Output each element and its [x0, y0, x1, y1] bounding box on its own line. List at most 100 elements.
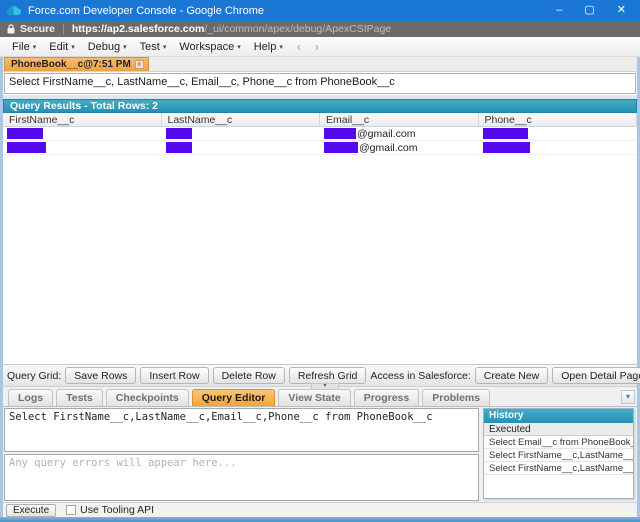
- tab-progress[interactable]: Progress: [354, 389, 420, 406]
- window-title: Force.com Developer Console - Google Chr…: [28, 5, 264, 17]
- chevron-down-icon: ▾: [123, 43, 127, 51]
- create-new-button[interactable]: Create New: [475, 367, 548, 384]
- browser-window: Force.com Developer Console - Google Chr…: [0, 0, 640, 522]
- redacted-value: [483, 128, 528, 139]
- window-controls: – ▢ ✕: [556, 5, 634, 16]
- redacted-value: [324, 142, 358, 153]
- cell-lastname: [162, 142, 321, 153]
- cell-firstname: [3, 128, 162, 139]
- close-button[interactable]: ✕: [617, 5, 626, 16]
- table-row[interactable]: @gmail.com: [3, 141, 637, 155]
- menu-file[interactable]: File▾: [6, 39, 43, 55]
- column-header-email[interactable]: Email__c: [320, 113, 479, 126]
- history-item[interactable]: Select FirstName__c,LastName__c,Email__c…: [484, 449, 633, 462]
- tab-checkpoints[interactable]: Checkpoints: [106, 389, 189, 406]
- refresh-grid-button[interactable]: Refresh Grid: [289, 367, 367, 384]
- query-editor-input[interactable]: Select FirstName__c,LastName__c,Email__c…: [4, 408, 479, 452]
- results-column-headers: FirstName__c LastName__c Email__c Phone_…: [3, 113, 637, 127]
- menu-debug-label: Debug: [88, 41, 120, 53]
- maximize-button[interactable]: ▢: [584, 5, 594, 16]
- chevron-down-icon: ▾: [71, 43, 75, 51]
- redacted-value: [166, 142, 192, 153]
- cell-email: @gmail.com: [320, 128, 479, 140]
- nav-forward-icon[interactable]: ›: [308, 40, 326, 54]
- email-suffix: @gmail.com: [357, 128, 416, 140]
- cell-email: @gmail.com: [320, 142, 479, 154]
- cell-lastname: [162, 128, 321, 139]
- menu-edit-label: Edit: [49, 41, 68, 53]
- executed-query-text: Select FirstName__c, LastName__c, Email_…: [4, 73, 636, 94]
- query-editor-pane: Select FirstName__c,LastName__c,Email__c…: [3, 407, 481, 502]
- forcecom-cloud-icon: [6, 5, 22, 16]
- query-errors-area: Any query errors will appear here...: [4, 454, 479, 501]
- secure-label: Secure: [20, 23, 55, 35]
- history-title: History: [484, 409, 633, 423]
- url-domain: https://ap2.salesforce.com: [72, 23, 204, 35]
- column-header-firstname[interactable]: FirstName__c: [3, 113, 162, 126]
- redacted-value: [7, 142, 46, 153]
- tab-problems[interactable]: Problems: [422, 389, 490, 406]
- workspace-tabstrip: PhoneBook__c@7:51 PM x: [3, 57, 637, 72]
- url-bar[interactable]: Secure | https://ap2.salesforce.com/_ui/…: [0, 21, 640, 37]
- url-separator: |: [62, 23, 65, 35]
- access-in-salesforce-label: Access in Salesforce:: [370, 370, 470, 382]
- menu-test-label: Test: [140, 41, 160, 53]
- save-rows-button[interactable]: Save Rows: [65, 367, 136, 384]
- column-header-lastname[interactable]: LastName__c: [162, 113, 321, 126]
- cell-firstname: [3, 142, 162, 153]
- tab-phonebook-label: PhoneBook__c@7:51 PM: [11, 59, 131, 70]
- access-in-salesforce-group: Access in Salesforce: Create New Open De…: [370, 367, 640, 384]
- nav-back-icon[interactable]: ‹: [290, 40, 308, 54]
- column-header-phone[interactable]: Phone__c: [479, 113, 638, 126]
- menu-test[interactable]: Test▾: [134, 39, 174, 55]
- email-suffix: @gmail.com: [359, 142, 418, 154]
- use-tooling-api-checkbox[interactable]: [66, 505, 76, 515]
- query-editor-panel: Select FirstName__c,LastName__c,Email__c…: [3, 407, 637, 502]
- panel-collapse-icon[interactable]: ▾: [621, 390, 635, 404]
- redacted-value: [324, 128, 356, 139]
- window-bottom-border: [0, 517, 640, 522]
- history-pane: History Executed Select Email__c from Ph…: [481, 407, 637, 502]
- minimize-button[interactable]: –: [556, 5, 562, 16]
- chevron-down-icon: ▾: [237, 43, 241, 51]
- delete-row-button[interactable]: Delete Row: [213, 367, 285, 384]
- chevron-down-icon: ▾: [163, 43, 167, 51]
- redacted-value: [483, 142, 530, 153]
- tab-close-icon[interactable]: x: [135, 60, 144, 69]
- chevron-down-icon: ▾: [279, 43, 283, 51]
- menu-workspace[interactable]: Workspace▾: [173, 39, 247, 55]
- menu-help-label: Help: [254, 41, 277, 53]
- tab-view-state[interactable]: View State: [278, 389, 350, 406]
- history-item[interactable]: Select FirstName__c,LastName__c,Email__c…: [484, 462, 633, 475]
- cell-phone: [479, 128, 638, 139]
- url-path: /_ui/common/apex/debug/ApexCSIPage: [204, 23, 391, 35]
- tab-phonebook[interactable]: PhoneBook__c@7:51 PM x: [4, 57, 149, 71]
- query-grid-label: Query Grid:: [7, 370, 61, 382]
- execute-button[interactable]: Execute: [6, 504, 56, 517]
- results-empty-area: [3, 155, 637, 364]
- chevron-down-icon: ▾: [33, 43, 37, 51]
- history-item[interactable]: Select Email__c from PhoneBook__c: [484, 436, 633, 449]
- menu-debug[interactable]: Debug▾: [82, 39, 134, 55]
- history-panel: History Executed Select Email__c from Ph…: [483, 408, 634, 499]
- panel-tabstrip: ▼ Logs Tests Checkpoints Query Editor Vi…: [3, 387, 637, 407]
- title-bar: Force.com Developer Console - Google Chr…: [0, 0, 640, 21]
- tab-tests[interactable]: Tests: [56, 389, 103, 406]
- menu-edit[interactable]: Edit▾: [43, 39, 81, 55]
- use-tooling-api-label: Use Tooling API: [80, 504, 154, 516]
- tab-query-editor[interactable]: Query Editor: [192, 389, 276, 406]
- redacted-value: [7, 128, 43, 139]
- history-status: Executed: [484, 423, 633, 436]
- open-detail-page-button[interactable]: Open Detail Page: [552, 367, 640, 384]
- menu-file-label: File: [12, 41, 30, 53]
- table-row[interactable]: @gmail.com: [3, 127, 637, 141]
- cell-phone: [479, 142, 638, 153]
- panel-splitter-handle[interactable]: ▼: [311, 383, 339, 390]
- tab-logs[interactable]: Logs: [8, 389, 53, 406]
- insert-row-button[interactable]: Insert Row: [140, 367, 208, 384]
- redacted-value: [166, 128, 192, 139]
- menu-bar: File▾ Edit▾ Debug▾ Test▾ Workspace▾ Help…: [0, 37, 640, 57]
- execute-footer: Execute Use Tooling API: [3, 502, 637, 517]
- menu-help[interactable]: Help▾: [248, 39, 290, 55]
- query-results-header: Query Results - Total Rows: 2: [3, 99, 637, 113]
